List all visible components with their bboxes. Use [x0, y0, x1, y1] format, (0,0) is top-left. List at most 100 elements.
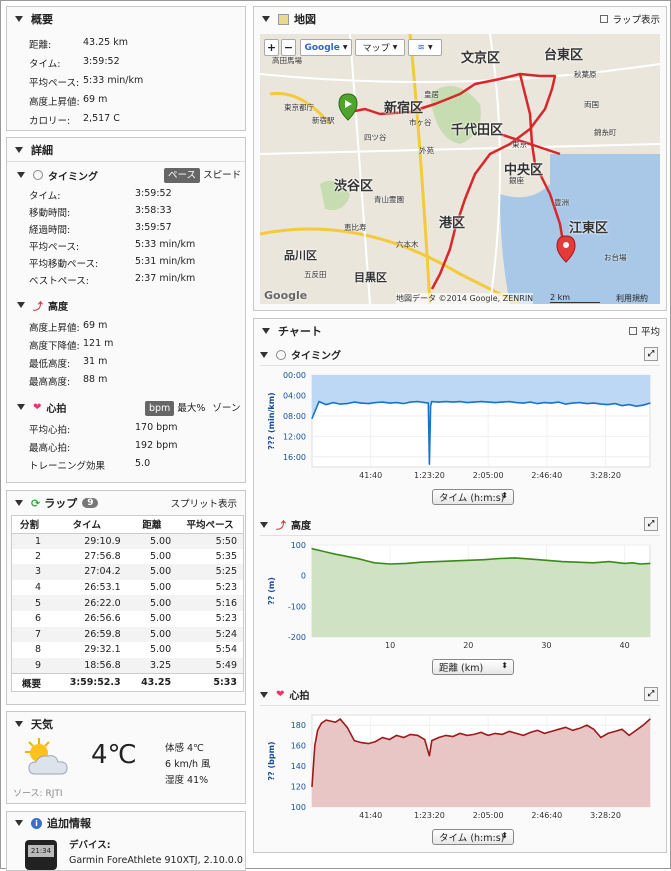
zone-toggle[interactable]: ゾーン [212, 403, 240, 414]
lap-row[interactable]: 5 26:22.0 5.00 5:16 [12, 595, 243, 611]
map-place-label: 青山霊園 [374, 195, 404, 204]
zoom-out-button[interactable]: − [281, 39, 296, 56]
map-type-button[interactable]: マップ ▼ [355, 39, 405, 56]
heart-subheader[interactable]: ❤ 心拍 [17, 398, 66, 416]
data-point [424, 402, 426, 404]
lap-cell: 27:56.8 [84, 550, 121, 562]
laps-title: ラップ [44, 497, 78, 510]
timing-subheader[interactable]: タイミング [17, 166, 98, 184]
summary-header[interactable]: 概要 [7, 7, 245, 31]
speed-toggle[interactable]: スピード [203, 170, 241, 181]
col-pace[interactable]: 平均ペース [177, 516, 243, 534]
zoom-in-button[interactable]: + [264, 39, 279, 56]
data-point [360, 742, 362, 744]
laps-header[interactable]: ⟳ ラップ 9 スプリット表示 [7, 491, 245, 515]
data-point [420, 561, 422, 563]
lap-display-label[interactable]: ラップ表示 [612, 12, 660, 26]
map-canvas[interactable] [260, 34, 660, 304]
data-point [374, 402, 376, 404]
collapse-triangle-icon[interactable] [17, 302, 25, 308]
elevation-subheader[interactable]: ⤴ 高度 [17, 296, 68, 314]
chart-title: チャート [278, 325, 322, 338]
data-point [649, 562, 651, 564]
data-point [565, 403, 567, 405]
extra-header[interactable]: i 追加情報 [7, 812, 245, 834]
weather-header[interactable]: 天気 [7, 712, 245, 736]
collapse-triangle-icon[interactable] [260, 691, 268, 698]
lap-row[interactable]: 8 29:32.1 5.00 5:54 [12, 642, 243, 658]
collapse-triangle-icon[interactable] [17, 172, 25, 178]
map-place-label: 豊洲 [554, 198, 569, 207]
collapse-triangle-icon[interactable] [15, 500, 23, 506]
y-axis-label: ?? (bpm) [267, 741, 276, 780]
data-point [586, 403, 588, 405]
collapse-triangle-icon[interactable] [15, 16, 23, 22]
data-point [395, 734, 398, 736]
data-point [639, 563, 641, 565]
avg-checkbox[interactable] [628, 327, 637, 335]
y-tick-label: 100 [291, 541, 306, 550]
collapse-triangle-icon[interactable] [15, 820, 23, 826]
updown-icon: ⬍ [501, 661, 508, 670]
y-tick-label: 160 [291, 742, 306, 751]
map-header[interactable]: 地図 ラップ表示 [254, 7, 666, 31]
lap-row[interactable]: 9 18:56.8 3.25 5:49 [12, 657, 243, 674]
map-icon [278, 13, 289, 25]
collapse-triangle-icon[interactable] [15, 721, 23, 727]
details-header[interactable]: 詳細 [7, 138, 245, 162]
elevation-x-selector[interactable]: 距離 (km) ⬍ [432, 659, 514, 675]
heart-title: 心拍 [46, 403, 67, 415]
avg-label[interactable]: 平均 [641, 324, 660, 338]
collapse-triangle-icon[interactable] [262, 328, 270, 334]
map-district-label: 文京区 [461, 51, 501, 66]
map-district-label: 江東区 [569, 221, 609, 236]
collapse-triangle-icon[interactable] [260, 351, 268, 358]
x-tick-label: 40 [620, 641, 630, 650]
data-point [388, 402, 391, 404]
lap-row[interactable]: 1 29:10.9 5.00 5:50 [12, 533, 243, 549]
lap-cell: 27:04.2 [47, 564, 127, 580]
collapse-triangle-icon[interactable] [17, 404, 25, 410]
row-label: 高度下降値: [29, 341, 80, 352]
timing-x-selector[interactable]: タイム (h:m:s) ⬍ [432, 489, 514, 505]
collapse-triangle-icon[interactable] [15, 146, 23, 153]
lap-row[interactable]: 3 27:04.2 5.00 5:25 [12, 564, 243, 580]
data-point [438, 736, 440, 739]
row-value: 69 m [83, 320, 108, 331]
lap-row[interactable]: 6 26:56.6 5.00 5:23 [12, 611, 243, 627]
split-view-link[interactable]: スプリット表示 [170, 496, 237, 510]
data-point [318, 401, 320, 403]
google-map-button[interactable]: Google ▼ [300, 39, 352, 56]
maxpct-toggle[interactable]: 最大% [177, 403, 205, 414]
extra-info-panel: i 追加情報 21:34 デバイス: Garmin ForeAthlete 910… [6, 811, 246, 871]
pace-toggle[interactable]: ペース [164, 168, 201, 183]
map-title: 地図 [294, 13, 316, 26]
expand-icon[interactable]: ⤢ [644, 687, 658, 701]
laps-table-wrap: 分割 タイム 距離 平均ペース 1 29:10.9 5.00 5:50 2 27:56.8 5.0… [11, 515, 244, 693]
map-terms[interactable]: 利用規約 [616, 293, 648, 304]
expand-icon[interactable]: ⤢ [644, 517, 658, 531]
start-marker[interactable] [338, 93, 358, 121]
data-point [577, 561, 579, 563]
lap-row[interactable]: 4 26:53.1 5.00 5:23 [12, 580, 243, 596]
hr-chart-header[interactable]: ❤ 心拍 ⤢ [260, 684, 660, 706]
lap-row[interactable]: 2 27:56.8 5.00 5:35 [12, 549, 243, 565]
data-point [579, 727, 581, 729]
col-distance[interactable]: 距離 [126, 516, 178, 534]
collapse-triangle-icon[interactable] [260, 521, 268, 528]
chart-header[interactable]: チャート 平均 [254, 319, 666, 343]
lap-display-checkbox[interactable] [600, 15, 609, 23]
lap-cell: 5.00 [149, 613, 172, 625]
collapse-triangle-icon[interactable] [262, 16, 270, 22]
chart-panel: チャート 平均 タイミング ⤢ 00:00 04:00 08:00 12:00 16:00 4… [253, 318, 667, 853]
bpm-toggle[interactable]: bpm [145, 401, 175, 416]
laps-count-badge: 9 [82, 498, 99, 508]
col-split[interactable]: 分割 [12, 516, 48, 534]
timing-chart-header[interactable]: タイミング ⤢ [260, 344, 660, 366]
lap-row[interactable]: 7 26:59.8 5.00 5:24 [12, 626, 243, 643]
layers-button[interactable]: ≋ ▼ [408, 39, 442, 56]
elevation-chart-header[interactable]: ⤴ 高度 ⤢ [260, 514, 660, 536]
col-time[interactable]: タイム [47, 516, 127, 534]
expand-icon[interactable]: ⤢ [644, 347, 658, 361]
hr-x-selector[interactable]: タイム (h:m:s) ⬍ [432, 829, 514, 845]
